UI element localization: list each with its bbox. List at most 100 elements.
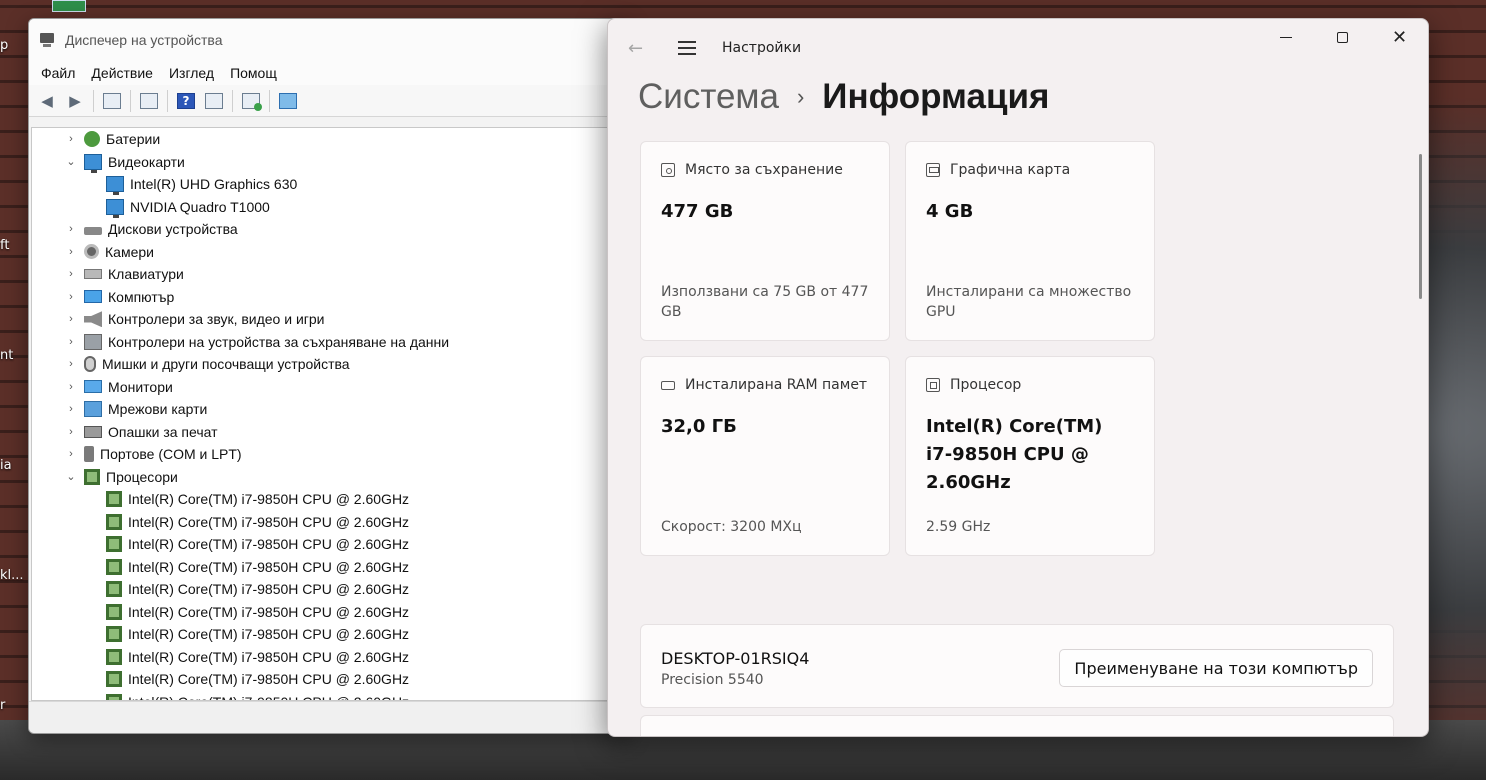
back-arrow-icon[interactable]: ◀	[35, 89, 59, 113]
breadcrumb-parent[interactable]: Система	[638, 77, 779, 117]
chevron-down-icon[interactable]: ⌄	[64, 155, 78, 168]
processor-card[interactable]: Процесор Intel(R) Core(TM) i7-9850H CPU …	[905, 356, 1155, 556]
card-value: Intel(R) Core(TM) i7-9850H CPU @ 2.60GHz	[926, 416, 1103, 493]
ram-card[interactable]: Инсталирана RAM памет 32,0 ГБ Скорост: 3…	[640, 356, 890, 556]
minimize-button[interactable]	[1257, 19, 1314, 55]
tree-device[interactable]: Intel(R) Core(TM) i7-9850H CPU @ 2.60GHz	[32, 533, 626, 556]
chevron-right-icon[interactable]: ›	[64, 381, 78, 393]
card-header: Инсталирана RAM памет	[661, 377, 869, 393]
desktop-label: r	[0, 698, 6, 713]
menu-file[interactable]: Файл	[33, 65, 83, 81]
processor-icon	[106, 513, 122, 530]
tree-device[interactable]: Intel(R) Core(TM) i7-9850H CPU @ 2.60GHz	[32, 691, 626, 700]
card-header: Място за съхранение	[661, 162, 869, 178]
minimize-icon	[1279, 36, 1292, 38]
tree-item-label: Клавиатури	[108, 266, 184, 283]
tree-device[interactable]: Intel(R) Core(TM) i7-9850H CPU @ 2.60GHz	[32, 601, 626, 624]
toolbar-separator	[269, 89, 270, 112]
tree-device[interactable]: Intel(R) Core(TM) i7-9850H CPU @ 2.60GHz	[32, 488, 626, 511]
close-icon: ✕	[1391, 26, 1408, 48]
tree-item-label: Intel(R) Core(TM) i7-9850H CPU @ 2.60GHz	[128, 491, 410, 508]
menu-help[interactable]: Помощ	[222, 65, 285, 81]
back-arrow-icon[interactable]: ←	[628, 38, 650, 59]
tree-device[interactable]: NVIDIA Quadro T1000	[32, 196, 626, 219]
close-button[interactable]: ✕	[1371, 19, 1428, 55]
tree-item-label: NVIDIA Quadro T1000	[130, 198, 270, 215]
rename-pc-button[interactable]: Преименуване на този компютър	[1059, 649, 1373, 687]
tree-device[interactable]: Intel(R) Core(TM) i7-9850H CPU @ 2.60GHz	[32, 578, 626, 601]
menu-view[interactable]: Изглед	[161, 65, 222, 81]
tree-device[interactable]: Intel(R) Core(TM) i7-9850H CPU @ 2.60GHz	[32, 668, 626, 691]
device-tree[interactable]: › Батерии ⌄ Видеокарти Intel(R) UHD Graphics…	[31, 127, 627, 701]
chevron-right-icon[interactable]: ›	[64, 246, 78, 258]
tree-category[interactable]: › Контролери за звук, видео и игри	[32, 308, 626, 331]
keyboard-icon	[84, 269, 102, 280]
scan-hardware-icon[interactable]	[239, 89, 263, 113]
tree-category[interactable]: › Мрежови карти	[32, 398, 626, 421]
chevron-right-icon[interactable]: ›	[64, 403, 78, 415]
maximize-button[interactable]	[1314, 19, 1371, 55]
tree-item-label: Intel(R) Core(TM) i7-9850H CPU @ 2.60GHz	[128, 671, 410, 688]
tree-device[interactable]: Intel(R) Core(TM) i7-9850H CPU @ 2.60GHz	[32, 646, 626, 669]
scrollbar[interactable]	[1419, 154, 1422, 299]
chevron-right-icon[interactable]: ›	[64, 426, 78, 438]
tree-category[interactable]: › Монитори	[32, 376, 626, 399]
display-adapter-icon	[106, 176, 124, 196]
properties-icon[interactable]	[137, 89, 161, 113]
chevron-right-icon[interactable]: ›	[64, 291, 78, 303]
chevron-right-icon[interactable]: ›	[64, 268, 78, 280]
processor-icon	[106, 558, 122, 575]
help-icon[interactable]: ?	[174, 89, 198, 113]
tree-category[interactable]: › Батерии	[32, 128, 626, 151]
tree-category[interactable]: › Мишки и други посочващи устройства	[32, 353, 626, 376]
tree-item-label: Intel(R) Core(TM) i7-9850H CPU @ 2.60GHz	[128, 648, 410, 665]
forward-arrow-icon[interactable]: ▶	[63, 89, 87, 113]
device-manager-titlebar[interactable]: Диспечер на устройства	[29, 19, 627, 61]
chevron-right-icon[interactable]: ›	[64, 336, 78, 348]
settings-titlebar[interactable]: ← Настройки ✕	[608, 19, 1428, 77]
tree-category[interactable]: › Компютър	[32, 286, 626, 309]
chevron-right-icon[interactable]: ›	[64, 448, 78, 460]
tree-device[interactable]: Intel(R) Core(TM) i7-9850H CPU @ 2.60GHz	[32, 623, 626, 646]
tree-category[interactable]: › Дискови устройства	[32, 218, 626, 241]
device-specs-card[interactable]	[640, 715, 1394, 736]
tree-item-label: Опашки за печат	[108, 423, 218, 440]
chevron-right-icon[interactable]: ›	[64, 133, 78, 145]
graphics-card-card[interactable]: Графична карта 4 GB Инсталирани са множе…	[905, 141, 1155, 341]
action-pane-icon[interactable]	[202, 89, 226, 113]
card-subtext: Скорост: 3200 МХц	[661, 519, 802, 535]
storage-card[interactable]: Място за съхранение 477 GB Използвани са…	[640, 141, 890, 341]
monitor-icon[interactable]	[276, 89, 300, 113]
desktop-shortcut-icon[interactable]	[52, 0, 86, 12]
mouse-icon	[84, 356, 96, 373]
card-header: Графична карта	[926, 162, 1134, 178]
tree-category[interactable]: › Портове (COM и LPT)	[32, 443, 626, 466]
menu-action[interactable]: Действие	[83, 65, 161, 81]
tree-category[interactable]: › Опашки за печат	[32, 421, 626, 444]
hamburger-menu-icon[interactable]	[678, 41, 696, 55]
tree-device[interactable]: Intel(R) Core(TM) i7-9850H CPU @ 2.60GHz	[32, 556, 626, 579]
device-manager-toolbar: ◀ ▶ ?	[29, 85, 627, 117]
chevron-right-icon[interactable]: ›	[64, 358, 78, 370]
tree-category[interactable]: ⌄ Процесори	[32, 466, 626, 489]
battery-icon	[84, 131, 100, 148]
tree-category[interactable]: › Камери	[32, 241, 626, 264]
tree-category[interactable]: ⌄ Видеокарти	[32, 151, 626, 174]
settings-content: Място за съхранение 477 GB Използвани са…	[640, 141, 1404, 736]
tree-category[interactable]: › Клавиатури	[32, 263, 626, 286]
card-value: 32,0 ГБ	[661, 416, 737, 437]
tree-category[interactable]: › Контролери на устройства за съхраняване…	[32, 331, 626, 354]
tree-item-label: Монитори	[108, 378, 173, 395]
tree-device[interactable]: Intel(R) UHD Graphics 630	[32, 173, 626, 196]
show-hide-console-tree-icon[interactable]	[100, 89, 124, 113]
card-title: Място за съхранение	[685, 162, 843, 178]
chevron-down-icon[interactable]: ⌄	[64, 470, 78, 483]
tree-device[interactable]: Intel(R) Core(TM) i7-9850H CPU @ 2.60GHz	[32, 511, 626, 534]
card-value: 4 GB	[926, 201, 974, 222]
settings-window: ← Настройки ✕ Система › Информация Място…	[607, 18, 1429, 737]
chevron-right-icon[interactable]: ›	[64, 313, 78, 325]
tree-item-label: Контролери на устройства за съхраняване …	[108, 333, 450, 350]
chevron-right-icon[interactable]: ›	[64, 223, 78, 235]
page-title: Информация	[822, 77, 1050, 116]
desktop-label: р	[0, 38, 9, 53]
